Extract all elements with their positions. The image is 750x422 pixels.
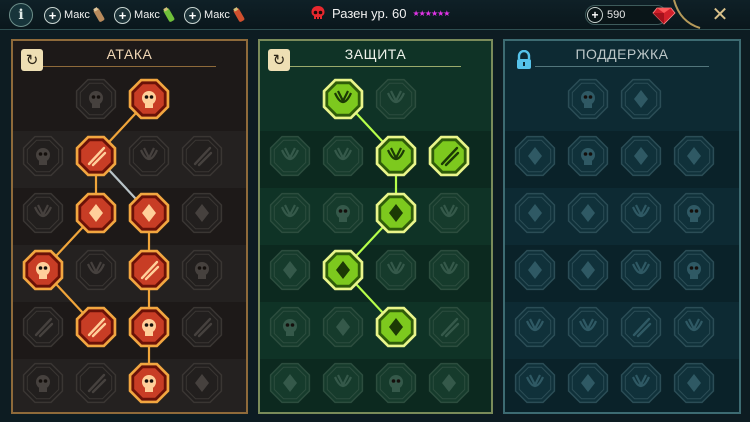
- support-tree: [514, 78, 715, 404]
- demon-mask-icon[interactable]: [22, 135, 64, 177]
- comet-icon[interactable]: [567, 249, 609, 291]
- armored-body-icon[interactable]: [375, 135, 417, 177]
- shield-icon[interactable]: [567, 135, 609, 177]
- spinning-blade-icon[interactable]: [128, 306, 170, 348]
- axe-icon[interactable]: [128, 249, 170, 291]
- helm-icon[interactable]: [428, 192, 470, 234]
- star-icon[interactable]: [514, 306, 556, 348]
- twin-skulls-icon[interactable]: [75, 306, 117, 348]
- resource-label: Макс: [204, 9, 230, 21]
- wall-icon[interactable]: [322, 78, 364, 120]
- skull-icon[interactable]: [567, 362, 609, 404]
- plus-icon[interactable]: +: [184, 6, 201, 24]
- shadow-icon[interactable]: [375, 362, 417, 404]
- champion-title: Разен ур. 60 ★★★★★★: [310, 5, 450, 21]
- resource-max-2[interactable]: + Макс: [114, 5, 177, 25]
- heart-broken-icon[interactable]: [322, 362, 364, 404]
- bull-icon[interactable]: [428, 249, 470, 291]
- feather-icon[interactable]: [428, 306, 470, 348]
- resource-max-3[interactable]: + Макс: [184, 5, 247, 25]
- palm-icon[interactable]: [375, 249, 417, 291]
- resource-label: Макс: [64, 9, 90, 21]
- heart-icon[interactable]: [375, 192, 417, 234]
- drops-icon[interactable]: [322, 306, 364, 348]
- potion-scroll-icon: [93, 7, 105, 22]
- radiant-skull-icon[interactable]: [375, 306, 417, 348]
- spikes-icon[interactable]: [673, 249, 715, 291]
- plus-icon[interactable]: +: [44, 6, 61, 24]
- sprint-icon[interactable]: [269, 306, 311, 348]
- resource-label: Макс: [134, 9, 160, 21]
- top-bar: i + Макс + Макс + Макс Разен ур. 60 ★★★★…: [0, 0, 750, 30]
- shield-icon[interactable]: [322, 192, 364, 234]
- robed-figure-icon[interactable]: [269, 135, 311, 177]
- heart-icon[interactable]: [514, 249, 556, 291]
- figure-icon[interactable]: [673, 192, 715, 234]
- crossed-daggers-icon[interactable]: [428, 135, 470, 177]
- speed-icon[interactable]: [673, 135, 715, 177]
- skull-icon[interactable]: [181, 362, 223, 404]
- cheer-icon[interactable]: [514, 192, 556, 234]
- shield-break-icon[interactable]: [128, 135, 170, 177]
- bomb-icon[interactable]: [514, 362, 556, 404]
- flame-icon[interactable]: [620, 135, 662, 177]
- heart-hand-icon[interactable]: [567, 78, 609, 120]
- crossed-blades-icon[interactable]: [22, 362, 64, 404]
- plus-icon[interactable]: +: [587, 7, 603, 23]
- attack-tree: [22, 78, 223, 404]
- book-icon[interactable]: [620, 249, 662, 291]
- flame-shield-icon[interactable]: [322, 135, 364, 177]
- skull-cut-icon[interactable]: [128, 192, 170, 234]
- helm-icon[interactable]: [620, 362, 662, 404]
- champion-name: Разен ур. 60: [332, 5, 407, 21]
- warrior-icon[interactable]: [181, 306, 223, 348]
- info-button[interactable]: i: [9, 3, 33, 27]
- rush-icon[interactable]: [567, 306, 609, 348]
- horned-head-icon[interactable]: [181, 135, 223, 177]
- green-potion-icon: [163, 7, 175, 22]
- claw-slash-icon[interactable]: [128, 78, 170, 120]
- praying-hands-icon[interactable]: [514, 135, 556, 177]
- crossed-swords-icon[interactable]: [75, 78, 117, 120]
- demon-lord-icon[interactable]: [128, 362, 170, 404]
- close-icon: ✕: [711, 2, 729, 26]
- knight-helm-icon[interactable]: [75, 362, 117, 404]
- resource-max-1[interactable]: + Макс: [44, 5, 107, 25]
- blade-icon[interactable]: [181, 192, 223, 234]
- beast-icon[interactable]: [269, 362, 311, 404]
- bird-icon[interactable]: [269, 192, 311, 234]
- star-rating: ★★★★★★: [412, 8, 450, 18]
- sword-slash-icon[interactable]: [75, 135, 117, 177]
- red-skull-icon: [311, 6, 325, 19]
- winged-helm-icon[interactable]: [22, 306, 64, 348]
- info-icon: i: [18, 7, 24, 23]
- support-panel: ПОДДЕРЖКА: [503, 39, 741, 414]
- beast-claw-icon[interactable]: [181, 249, 223, 291]
- frame-ornament: [673, 0, 701, 29]
- guard-icon[interactable]: [269, 249, 311, 291]
- fist-icon[interactable]: [375, 78, 417, 120]
- defense-tree: [269, 78, 470, 404]
- close-button[interactable]: ✕: [709, 2, 731, 26]
- swirl-icon[interactable]: [620, 78, 662, 120]
- fangs-icon[interactable]: [75, 192, 117, 234]
- fist-icon[interactable]: [75, 249, 117, 291]
- titan-icon[interactable]: [428, 362, 470, 404]
- hourglass-icon[interactable]: [322, 249, 364, 291]
- eye-icon[interactable]: [620, 306, 662, 348]
- attack-panel: ↻ АТАКА: [11, 39, 248, 414]
- eagle-icon[interactable]: [673, 362, 715, 404]
- lightning-icon[interactable]: [567, 192, 609, 234]
- windmill-icon[interactable]: [22, 192, 64, 234]
- red-potion-icon: [233, 7, 245, 22]
- bleeding-blade-icon[interactable]: [22, 249, 64, 291]
- plus-icon[interactable]: +: [114, 6, 131, 24]
- gems-value: 590: [607, 9, 626, 21]
- wave-icon[interactable]: [620, 192, 662, 234]
- defense-panel: ↻ ЗАЩИТА: [258, 39, 493, 414]
- claw-icon[interactable]: [673, 306, 715, 348]
